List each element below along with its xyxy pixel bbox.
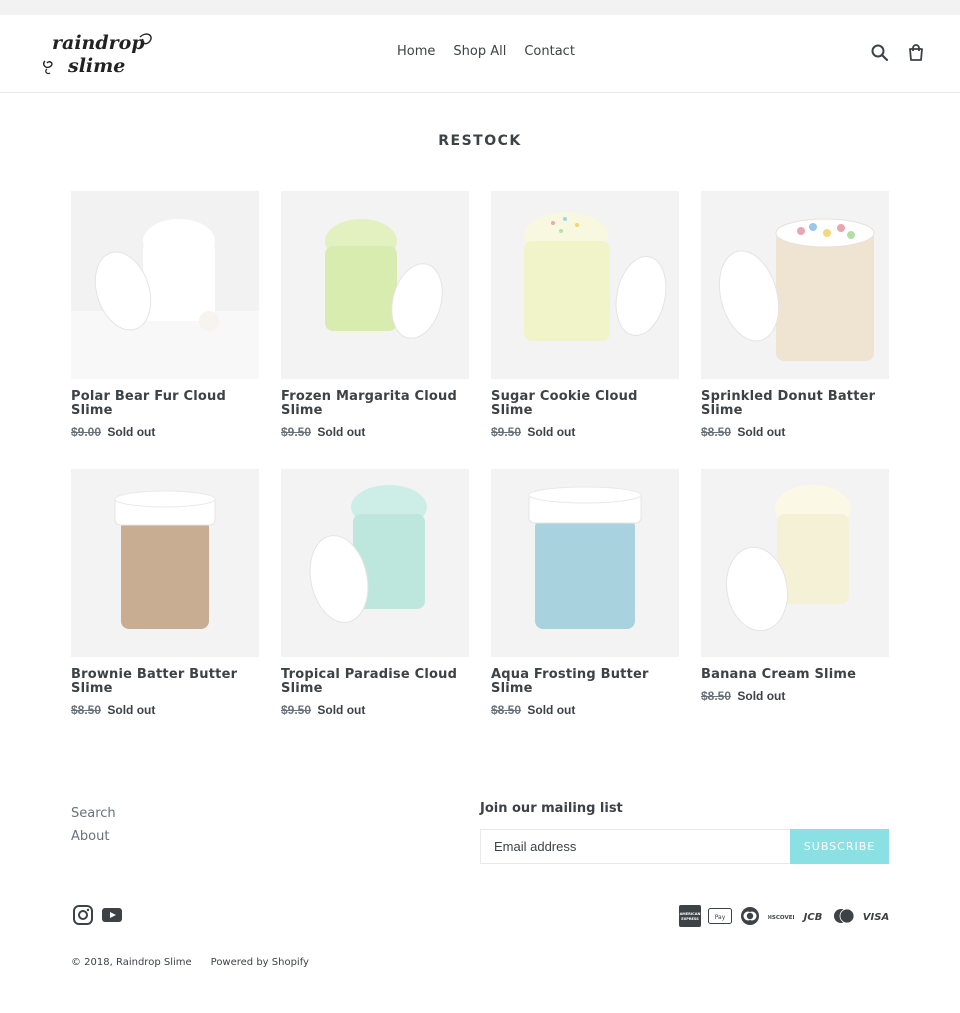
sold-out-badge: Sold out	[527, 425, 576, 439]
product-card[interactable]: Banana Cream Slime $8.50 Sold out	[701, 469, 889, 703]
diners-club-icon	[739, 905, 761, 927]
sold-out-badge: Sold out	[107, 703, 156, 717]
nav-contact[interactable]: Contact	[515, 43, 584, 61]
product-price-row: $9.50 Sold out	[491, 425, 679, 439]
footer-link-search[interactable]: Search	[71, 802, 116, 825]
svg-text:AMERICAN: AMERICAN	[680, 912, 701, 916]
product-title[interactable]: Tropical Paradise Cloud Slime	[281, 668, 469, 696]
social-links	[72, 905, 123, 925]
visa-icon: VISA	[863, 905, 889, 927]
product-title[interactable]: Sugar Cookie Cloud Slime	[491, 390, 679, 418]
slime-jar-image	[71, 469, 259, 657]
product-image[interactable]	[281, 191, 469, 379]
copyright-text: © 2018, Raindrop Slime	[71, 957, 192, 968]
email-field[interactable]	[480, 829, 790, 864]
svg-text:VISA: VISA	[863, 912, 889, 923]
product-title[interactable]: Banana Cream Slime	[701, 668, 889, 682]
nav-home[interactable]: Home	[388, 43, 444, 61]
svg-text:JCB: JCB	[802, 912, 823, 923]
page-title: RESTOCK	[438, 133, 522, 149]
subscribe-button[interactable]: SUBSCRIBE	[790, 829, 889, 864]
svg-text:EXPRESS: EXPRESS	[681, 917, 699, 921]
jcb-icon: JCB	[801, 905, 825, 927]
site-logo[interactable]: raindrop slime	[40, 25, 155, 83]
product-image[interactable]	[71, 469, 259, 657]
product-price: $8.50	[701, 425, 732, 439]
product-price-row: $8.50 Sold out	[491, 703, 679, 717]
product-title[interactable]: Brownie Batter Butter Slime	[71, 668, 259, 696]
powered-by-link[interactable]: Powered by Shopify	[211, 957, 309, 968]
product-card[interactable]: Sugar Cookie Cloud Slime $9.50 Sold out	[491, 191, 679, 439]
product-price-row: $9.50 Sold out	[281, 425, 469, 439]
site-header: raindrop slime Home Shop All Contact	[0, 15, 960, 93]
product-price-row: $8.50 Sold out	[701, 425, 889, 439]
product-price: $9.50	[281, 425, 312, 439]
main-nav: Home Shop All Contact	[388, 43, 584, 61]
payment-methods: AMERICANEXPRESS Pay DISCOVER JCB VISA	[679, 905, 889, 927]
product-price: $9.50	[491, 425, 522, 439]
search-icon[interactable]	[870, 43, 890, 63]
youtube-icon[interactable]	[101, 905, 123, 925]
sold-out-badge: Sold out	[107, 425, 156, 439]
slime-jar-image	[701, 191, 889, 379]
cart-icon[interactable]	[906, 43, 926, 63]
product-image[interactable]	[281, 469, 469, 657]
sold-out-badge: Sold out	[317, 703, 366, 717]
product-title[interactable]: Polar Bear Fur Cloud Slime	[71, 390, 259, 418]
product-image[interactable]	[71, 191, 259, 379]
slime-jar-image	[701, 469, 889, 657]
product-price-row: $8.50 Sold out	[701, 689, 889, 703]
product-card[interactable]: Polar Bear Fur Cloud Slime $9.00 Sold ou…	[71, 191, 259, 439]
header-actions	[870, 43, 926, 63]
apple-pay-icon: Pay	[708, 905, 732, 927]
sold-out-badge: Sold out	[737, 425, 786, 439]
product-title[interactable]: Frozen Margarita Cloud Slime	[281, 390, 469, 418]
slime-jar-image	[491, 191, 679, 379]
master-icon	[832, 905, 856, 927]
mailing-list-heading: Join our mailing list	[480, 801, 623, 816]
product-image[interactable]	[491, 191, 679, 379]
product-price-row: $9.50 Sold out	[281, 703, 469, 717]
product-price: $8.50	[701, 689, 732, 703]
sold-out-badge: Sold out	[317, 425, 366, 439]
logo-wordmark: raindrop slime	[42, 32, 152, 77]
instagram-icon[interactable]	[72, 905, 94, 925]
copyright-row: © 2018, Raindrop Slime Powered by Shopif…	[71, 957, 309, 968]
sold-out-badge: Sold out	[737, 689, 786, 703]
svg-text:raindrop: raindrop	[52, 32, 145, 54]
product-card[interactable]: Tropical Paradise Cloud Slime $9.50 Sold…	[281, 469, 469, 717]
discover-icon: DISCOVER	[768, 905, 794, 927]
product-card[interactable]: Aqua Frosting Butter Slime $8.50 Sold ou…	[491, 469, 679, 717]
sold-out-badge: Sold out	[527, 703, 576, 717]
newsletter-form: SUBSCRIBE	[480, 829, 889, 864]
product-image[interactable]	[701, 469, 889, 657]
footer-link-about[interactable]: About	[71, 825, 116, 848]
product-title[interactable]: Sprinkled Donut Batter Slime	[701, 390, 889, 418]
footer-links: Search About	[71, 802, 116, 848]
slime-jar-image	[281, 469, 469, 657]
american-express-icon: AMERICAN EXPRESS	[679, 905, 701, 927]
product-card[interactable]: Frozen Margarita Cloud Slime $9.50 Sold …	[281, 191, 469, 439]
product-image[interactable]	[491, 469, 679, 657]
product-price-row: $8.50 Sold out	[71, 703, 259, 717]
product-card[interactable]: Sprinkled Donut Batter Slime $8.50 Sold …	[701, 191, 889, 439]
product-card[interactable]: Brownie Batter Butter Slime $8.50 Sold o…	[71, 469, 259, 717]
product-price: $9.50	[281, 703, 312, 717]
svg-text:DISCOVER: DISCOVER	[768, 915, 794, 921]
slime-jar-image	[71, 191, 259, 379]
announcement-bar	[0, 0, 960, 15]
product-title[interactable]: Aqua Frosting Butter Slime	[491, 668, 679, 696]
slime-jar-image	[281, 191, 469, 379]
product-image[interactable]	[701, 191, 889, 379]
product-price: $8.50	[71, 703, 102, 717]
svg-text:slime: slime	[67, 55, 125, 77]
product-price: $9.00	[71, 425, 102, 439]
svg-text:Pay: Pay	[715, 914, 726, 921]
product-price: $8.50	[491, 703, 522, 717]
nav-shop-all[interactable]: Shop All	[444, 43, 515, 61]
product-price-row: $9.00 Sold out	[71, 425, 259, 439]
slime-jar-image	[491, 469, 679, 657]
